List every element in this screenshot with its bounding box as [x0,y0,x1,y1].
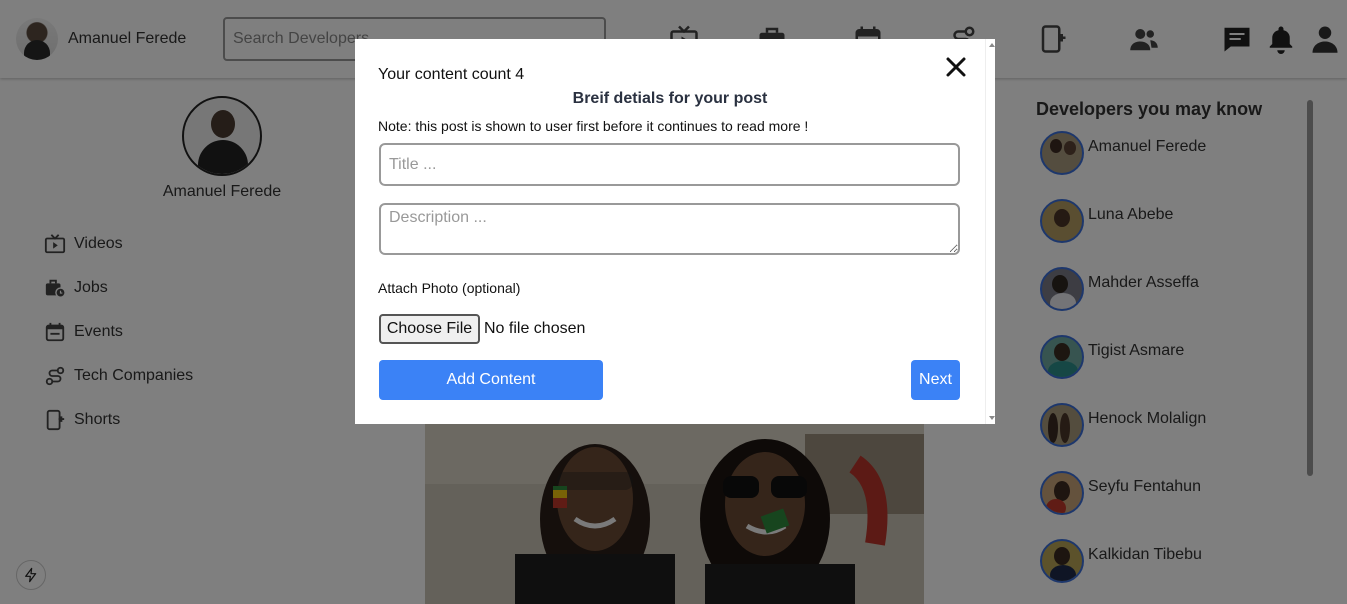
add-content-modal: Your content count 4 Breif detials for y… [355,39,995,424]
close-icon [946,57,966,77]
choose-file-button[interactable]: Choose File [379,314,480,344]
close-button[interactable] [944,55,968,79]
modal-note: Note: this post is shown to user first b… [378,118,809,134]
content-count: Your content count 4 [378,66,525,83]
title-input[interactable] [379,143,960,186]
modal-scrollbar[interactable] [985,39,995,424]
description-input[interactable] [379,203,960,255]
modal-title: Breif detials for your post [572,90,768,107]
next-button[interactable]: Next [911,360,960,400]
scroll-up-icon[interactable] [989,43,995,47]
scroll-down-icon[interactable] [989,416,995,420]
add-content-button[interactable]: Add Content [379,360,603,400]
file-status: No file chosen [484,320,586,337]
attach-photo-label: Attach Photo (optional) [378,280,521,296]
